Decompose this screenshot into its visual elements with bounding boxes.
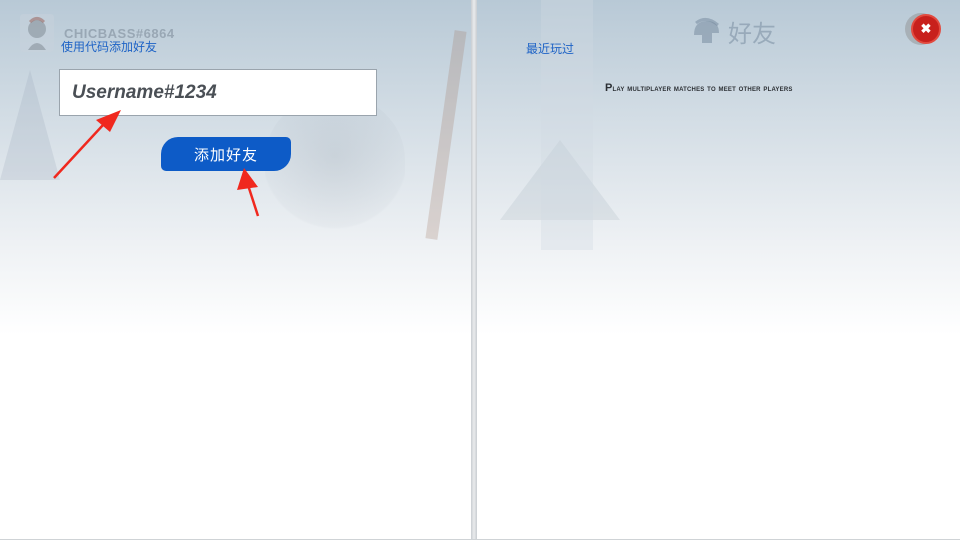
close-icon: ✖ [911, 14, 941, 44]
background-mountain [0, 70, 60, 180]
recent-tab-column [541, 0, 593, 250]
spartan-avatar-icon [20, 14, 54, 52]
page-title: 好友 [728, 20, 776, 48]
friends-list-panel [477, 0, 960, 540]
close-button[interactable]: ✖ [905, 13, 943, 45]
friends-title: 好友 [690, 14, 776, 49]
tab-recently-played[interactable]: 最近玩过 [526, 40, 574, 57]
username-input[interactable] [59, 69, 377, 116]
add-by-code-label: 使用代码添加好友 [61, 40, 158, 54]
empty-state-message: Play multiplayer matches to meet other p… [605, 82, 793, 94]
add-friend-button[interactable]: 添加好友 [161, 137, 291, 171]
spartan-helmet-icon [694, 17, 719, 43]
background-spear-art [425, 30, 467, 240]
